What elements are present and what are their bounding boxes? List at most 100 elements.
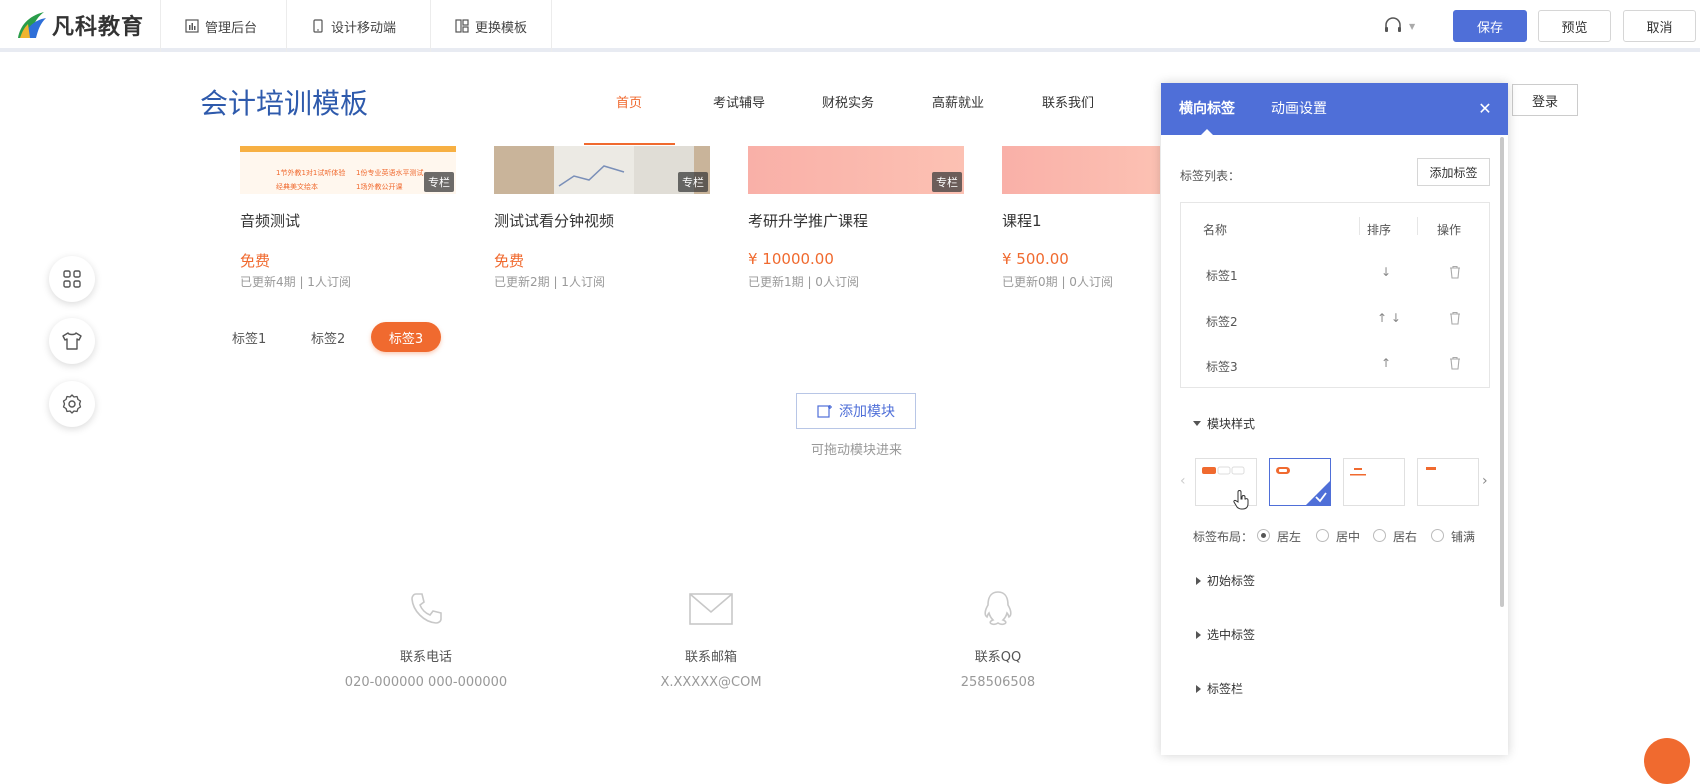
radio-left[interactable] (1257, 529, 1270, 542)
chart-icon (185, 19, 199, 33)
radio-center-label[interactable]: 居中 (1336, 528, 1360, 545)
tab-label-1[interactable]: 标签1 (232, 322, 266, 352)
save-button[interactable]: 保存 (1453, 10, 1527, 42)
radio-right-label[interactable]: 居右 (1393, 528, 1417, 545)
caret-right-icon (1196, 630, 1201, 639)
course-title[interactable]: 音频测试 (240, 210, 300, 231)
course-title[interactable]: 课程1 (1002, 210, 1042, 231)
column-header-name: 名称 (1203, 223, 1228, 237)
close-icon[interactable]: ✕ (1476, 100, 1494, 118)
tag-row-name[interactable]: 标签3 (1206, 358, 1238, 375)
contact-email-value: X.XXXXX@COM (660, 675, 762, 690)
course-title[interactable]: 测试试看分钟视频 (494, 210, 614, 231)
settings-tool-button[interactable] (49, 381, 95, 427)
tag-row-name[interactable]: 标签2 (1206, 313, 1238, 330)
section-initial-tag[interactable]: 初始标签 (1196, 572, 1255, 589)
trash-icon[interactable] (1448, 265, 1462, 279)
thumbnail-text: 1场外教公开课 (356, 183, 403, 191)
tab-animation-settings[interactable]: 动画设置 (1271, 83, 1327, 135)
caret-down-icon (1193, 421, 1201, 426)
add-module-button[interactable]: 添加模块 (796, 393, 916, 429)
login-button[interactable]: 登录 (1512, 84, 1578, 116)
site-title[interactable]: 会计培训模板 (200, 82, 368, 122)
section-tag-bar[interactable]: 标签栏 (1196, 680, 1243, 697)
support-menu[interactable]: ▼ (1383, 17, 1415, 35)
add-module-hint: 可拖动模块进来 (811, 443, 903, 458)
style-preview-3 (1350, 468, 1366, 476)
headset-icon (1385, 17, 1401, 32)
contact-phone-label: 联系电话 (399, 650, 452, 665)
sort-arrows[interactable]: ↑ (1381, 356, 1391, 370)
chevron-right-icon[interactable]: › (1482, 473, 1488, 489)
course-thumbnail[interactable]: 1节外教1对1试听体验 1份专业英语水平测试 经典美文绘本 1场外教公开课 专栏 (240, 146, 456, 194)
section-selected-tag[interactable]: 选中标签 (1196, 626, 1255, 643)
column-header-actions: 操作 (1437, 223, 1462, 237)
site-nav-exam[interactable]: 考试辅导 (713, 92, 765, 111)
tag-layout-label: 标签布局： (1193, 530, 1254, 544)
thumbnail-text: 经典美文绘本 (276, 183, 318, 191)
brand-logo[interactable]: 凡科教育 (14, 8, 144, 42)
course-price: ¥ 10000.00 (748, 250, 834, 268)
top-bar: 凡科教育 管理后台 设计移动端 更换模板 ▼ 保存 预览 取消 (0, 0, 1700, 52)
course-thumbnail[interactable] (1002, 146, 1160, 194)
preview-button[interactable]: 预览 (1538, 10, 1611, 42)
thumbnail-text: 1节外教1对1试听体验 (276, 169, 346, 177)
radio-fill-label[interactable]: 铺满 (1451, 528, 1475, 545)
contact-phone-value: 020-000000 000-000000 (344, 675, 508, 690)
column-divider (1417, 217, 1418, 235)
nav-admin[interactable]: 管理后台 (160, 0, 281, 52)
module-style-option[interactable] (1343, 458, 1405, 506)
course-thumbnail[interactable]: 专栏 (494, 146, 710, 194)
panel-scrollbar[interactable] (1500, 137, 1504, 607)
radio-left-label[interactable]: 居左 (1277, 528, 1301, 545)
radio-right[interactable] (1373, 529, 1386, 542)
site-nav-jobs[interactable]: 高薪就业 (932, 92, 984, 111)
nav-mobile-design[interactable]: 设计移动端 (286, 0, 420, 52)
tab-label-3[interactable]: 标签3 (371, 322, 441, 352)
course-price: ¥ 500.00 (1002, 250, 1069, 268)
chevron-left-icon[interactable]: ‹ (1180, 473, 1186, 489)
help-float-button[interactable] (1644, 738, 1690, 784)
section-module-style[interactable]: 模块样式 (1193, 415, 1255, 432)
course-meta: 已更新0期 | 0人订阅 (1002, 275, 1113, 289)
nav-admin-label: 管理后台 (205, 20, 258, 36)
radio-center[interactable] (1316, 529, 1329, 542)
tab-horizontal-tags[interactable]: 横向标签 (1179, 83, 1235, 135)
nav-change-template[interactable]: 更换模板 (430, 0, 553, 52)
tab-label-2[interactable]: 标签2 (311, 322, 345, 352)
style-preview-2 (1276, 467, 1330, 505)
trash-icon[interactable] (1448, 356, 1462, 370)
site-nav-home[interactable]: 首页 (616, 92, 642, 111)
template-icon (455, 19, 469, 33)
section-initial-tag-label: 初始标签 (1207, 574, 1256, 588)
style-preview-4 (1426, 467, 1436, 470)
module-style-option[interactable] (1417, 458, 1479, 506)
module-style-option-selected[interactable] (1269, 458, 1331, 506)
thumbnail-text: 1份专业英语水平测试 (356, 169, 424, 177)
caret-right-icon (1196, 684, 1201, 693)
sort-arrows[interactable]: ↑ ↓ (1377, 311, 1401, 325)
course-thumbnail[interactable]: 专栏 (748, 146, 964, 194)
contact-qq: 联系QQ 258506508 (898, 588, 1098, 690)
sort-arrows[interactable]: ↓ (1381, 265, 1391, 279)
shirt-icon (62, 332, 82, 350)
column-badge: 专栏 (932, 172, 962, 192)
trash-icon[interactable] (1448, 311, 1462, 325)
column-divider (1359, 217, 1360, 235)
contact-email-label: 联系邮箱 (684, 650, 737, 665)
course-meta: 已更新2期 | 1人订阅 (494, 275, 605, 289)
theme-tool-button[interactable] (49, 318, 95, 364)
chevron-down-icon: ▼ (1409, 21, 1416, 31)
cancel-button[interactable]: 取消 (1623, 10, 1696, 42)
course-title[interactable]: 考研升学推广课程 (748, 210, 868, 231)
tag-row-name[interactable]: 标签1 (1206, 267, 1238, 284)
logo-mark-icon (18, 12, 46, 38)
course-price: 免费 (240, 252, 271, 270)
site-nav-contact[interactable]: 联系我们 (1042, 92, 1094, 111)
modules-tool-button[interactable] (49, 256, 95, 302)
add-tag-button[interactable]: 添加标签 (1417, 158, 1490, 186)
site-nav-tax[interactable]: 财税实务 (822, 92, 874, 111)
thumbnail-banner (240, 146, 456, 152)
radio-fill[interactable] (1431, 529, 1444, 542)
grid-icon (63, 270, 81, 288)
